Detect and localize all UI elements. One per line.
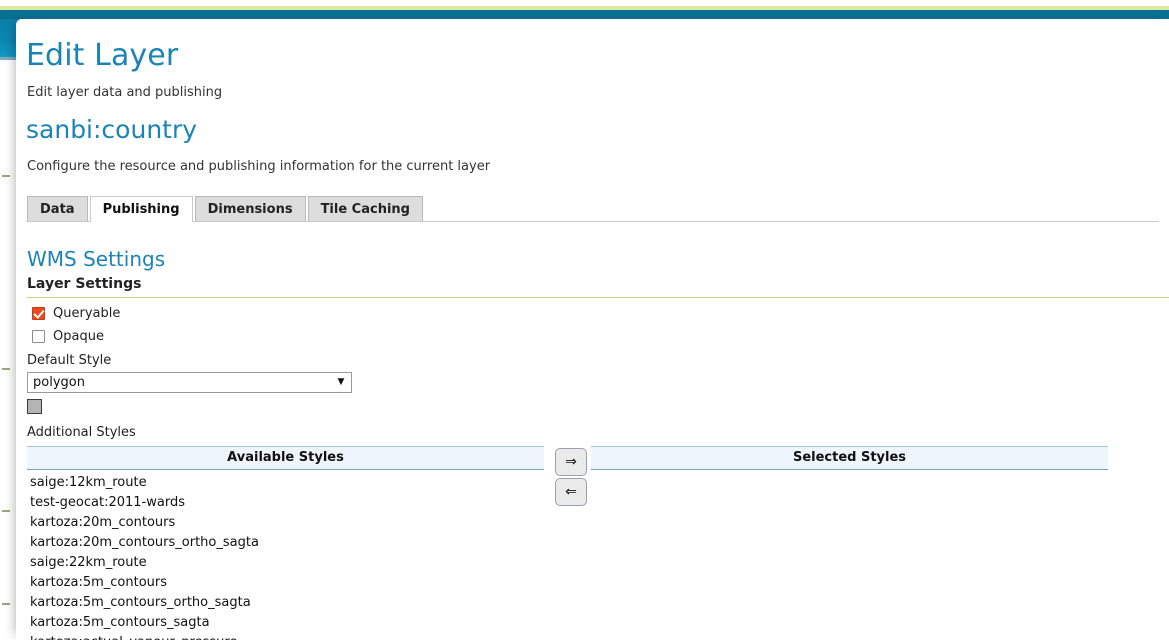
add-style-button[interactable]: ⇒ <box>555 448 587 477</box>
tab-dimensions[interactable]: Dimensions <box>194 195 306 221</box>
available-style-item[interactable]: kartoza:actual_vapour_pressure <box>27 633 544 640</box>
default-style-value: polygon <box>33 375 85 391</box>
remove-style-button[interactable]: ⇐ <box>555 478 587 507</box>
background-text-fragment <box>2 368 10 370</box>
opaque-label: Opaque <box>53 329 104 345</box>
edit-layer-dialog: Edit Layer Edit layer data and publishin… <box>16 19 1169 640</box>
available-styles-column: Available Styles saige:12km_route test-ge… <box>27 446 544 640</box>
available-style-item[interactable]: kartoza:5m_contours <box>27 573 544 593</box>
tab-bar: Data Publishing Dimensions Tile Caching <box>26 195 1169 222</box>
queryable-label: Queryable <box>53 306 121 322</box>
available-style-item[interactable]: test-geocat:2011-wards <box>27 493 544 513</box>
available-style-item[interactable]: kartoza:5m_contours_ortho_sagta <box>27 593 544 613</box>
style-legend-preview-image <box>27 399 42 415</box>
background-text-fragment <box>2 510 10 512</box>
resource-subtitle: Configure the resource and publishing in… <box>27 158 491 174</box>
palette-transfer-buttons: ⇒ ⇐ <box>555 448 587 508</box>
selected-styles-list[interactable] <box>591 470 1108 473</box>
queryable-checkbox[interactable] <box>32 307 45 321</box>
available-styles-header: Available Styles <box>27 446 544 471</box>
additional-styles-label: Additional Styles <box>27 425 136 441</box>
page-subtitle: Edit layer data and publishing <box>27 85 223 100</box>
background-text-fragment <box>2 603 10 605</box>
selected-styles-column: Selected Styles <box>591 446 1108 473</box>
default-style-select[interactable]: polygon ▼ <box>27 372 352 394</box>
tab-data[interactable]: Data <box>27 195 88 221</box>
available-style-item[interactable]: kartoza:20m_contours <box>27 513 544 533</box>
queryable-row: Queryable <box>32 306 1169 321</box>
layer-settings-heading: Layer Settings <box>27 276 1169 299</box>
available-style-item[interactable]: kartoza:5m_contours_sagta <box>27 613 544 633</box>
opaque-checkbox[interactable] <box>32 330 45 344</box>
resource-title: sanbi:country <box>26 115 198 144</box>
available-style-item[interactable]: saige:12km_route <box>27 473 544 493</box>
available-style-item[interactable]: kartoza:20m_contours_ortho_sagta <box>27 533 544 553</box>
available-style-item[interactable]: saige:22km_route <box>27 553 544 573</box>
opaque-row: Opaque <box>32 329 1169 344</box>
available-styles-list[interactable]: saige:12km_route test-geocat:2011-wards ka… <box>27 470 544 640</box>
wms-settings-heading: WMS Settings <box>27 246 166 271</box>
page-title: Edit Layer <box>26 38 179 73</box>
tab-bar-underline <box>26 220 1159 222</box>
styles-palette: Available Styles saige:12km_route test-ge… <box>27 446 1169 640</box>
chevron-down-icon: ▼ <box>337 377 345 388</box>
tab-tile-caching[interactable]: Tile Caching <box>307 195 423 221</box>
tab-publishing[interactable]: Publishing <box>89 195 193 222</box>
default-style-label: Default Style <box>27 353 112 369</box>
background-top-bar <box>0 10 1169 19</box>
background-text-fragment <box>2 175 10 177</box>
selected-styles-header: Selected Styles <box>591 446 1108 471</box>
